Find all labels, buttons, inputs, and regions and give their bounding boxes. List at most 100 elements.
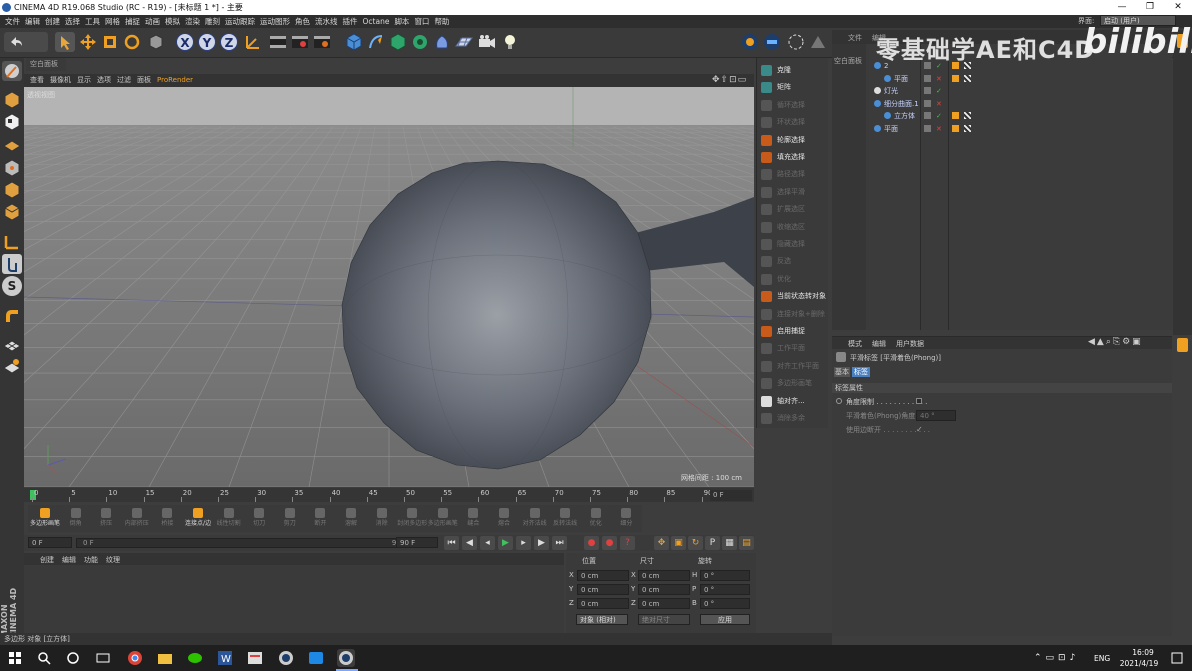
- notification-icon[interactable]: [1170, 651, 1184, 665]
- attr-menu-item[interactable]: 编辑: [872, 339, 886, 349]
- palette-item[interactable]: 启用捕捉: [759, 323, 827, 339]
- palette-item[interactable]: 循环选择: [759, 97, 827, 113]
- palette-item[interactable]: 连接对象+删除: [759, 306, 827, 322]
- modeling-tool[interactable]: 消除: [367, 507, 397, 531]
- move-key-icon[interactable]: ✥: [654, 536, 669, 550]
- material-menu-item[interactable]: 纹理: [106, 555, 120, 565]
- angle-limit-radio[interactable]: [836, 398, 842, 404]
- palette-item[interactable]: 轴对齐...: [759, 393, 827, 409]
- material-menu-item[interactable]: 编辑: [62, 555, 76, 565]
- menu-item[interactable]: 流水线: [315, 17, 338, 26]
- layout-switch-icon[interactable]: [740, 32, 760, 52]
- material-menu-item[interactable]: 创建: [40, 555, 54, 565]
- menu-item[interactable]: 网格: [105, 17, 120, 26]
- visibility-dots-icon[interactable]: [924, 124, 931, 132]
- palette-item[interactable]: 多边形画笔: [759, 375, 827, 391]
- om-tab-file[interactable]: 文件: [848, 33, 862, 43]
- apply-button[interactable]: 应用: [700, 614, 750, 625]
- cube-icon[interactable]: [344, 32, 364, 52]
- cinema4d-taskbar-icon[interactable]: [277, 649, 295, 667]
- modeling-tool[interactable]: 切刀: [244, 507, 274, 531]
- menu-item[interactable]: 脚本: [394, 17, 409, 26]
- y-axis-lock-button[interactable]: Y: [198, 33, 216, 51]
- modeling-tool[interactable]: 细分: [611, 507, 641, 531]
- menu-item[interactable]: 角色: [295, 17, 310, 26]
- viewport-menu-item[interactable]: ProRender: [157, 76, 193, 84]
- palette-item[interactable]: 选择平滑: [759, 184, 827, 200]
- angle-limit-checkbox[interactable]: [916, 398, 922, 404]
- object-row[interactable]: 平面 ✕: [866, 73, 1166, 85]
- menu-item[interactable]: 选择: [65, 17, 80, 26]
- coord-mode-select[interactable]: 对象 (相对): [576, 614, 628, 625]
- palette-item[interactable]: 克隆: [759, 62, 827, 78]
- modeling-tool[interactable]: 溶解: [336, 507, 366, 531]
- floor-icon[interactable]: [454, 32, 474, 52]
- object-row[interactable]: 细分曲面.1 ✕: [866, 98, 1166, 110]
- snap-settings-icon[interactable]: [786, 32, 806, 52]
- palette-item[interactable]: 扩展选区: [759, 201, 827, 217]
- viewport-menu-item[interactable]: 摄像机: [50, 76, 71, 84]
- position-field[interactable]: 0 cm: [577, 584, 629, 595]
- anim-range-slider[interactable]: 0 F 90 F: [76, 538, 414, 548]
- phong-tag-icon[interactable]: [964, 74, 971, 82]
- next-key-icon[interactable]: ▶: [534, 536, 549, 550]
- close-button[interactable]: ✕: [1164, 0, 1192, 15]
- palette-item[interactable]: 路径选择: [759, 166, 827, 182]
- modeling-tool[interactable]: 多边形画笔: [30, 507, 60, 531]
- material-menu-item[interactable]: 功能: [84, 555, 98, 565]
- viewport-nav-icons[interactable]: ✥⇧⊡▭: [712, 75, 747, 85]
- search-icon[interactable]: [35, 649, 53, 667]
- modeling-tool[interactable]: 优化: [581, 507, 611, 531]
- palette-item[interactable]: 矩阵: [759, 79, 827, 95]
- cloner-icon[interactable]: [410, 32, 430, 52]
- polygons-mode-icon[interactable]: [2, 202, 22, 222]
- viewport-solo-icon[interactable]: [808, 32, 828, 52]
- workplane-mode-icon[interactable]: [2, 134, 22, 154]
- menu-item[interactable]: 文件: [5, 17, 20, 26]
- object-row[interactable]: 立方体 ✓: [866, 110, 1166, 122]
- tag-icon[interactable]: [952, 74, 959, 82]
- file-explorer-icon[interactable]: [156, 649, 174, 667]
- rotate-key-icon[interactable]: ↻: [688, 536, 703, 550]
- attr-menu-item[interactable]: 用户数据: [896, 339, 924, 349]
- phong-angle-field[interactable]: 40 °: [916, 410, 956, 421]
- go-start-icon[interactable]: ⏮: [444, 536, 459, 550]
- snap-icon[interactable]: S: [2, 276, 22, 296]
- chrome-icon[interactable]: [126, 649, 144, 667]
- palette-item[interactable]: 隐藏选择: [759, 236, 827, 252]
- menu-item[interactable]: 运动跟踪: [225, 17, 255, 26]
- menu-item[interactable]: 雕刻: [205, 17, 220, 26]
- palette-item[interactable]: 优化: [759, 271, 827, 287]
- modeling-tool[interactable]: 倒角: [61, 507, 91, 531]
- recent-tools-icon[interactable]: [146, 32, 166, 52]
- enabled-check-icon[interactable]: ✕: [936, 123, 942, 135]
- modeling-tool[interactable]: 挤压: [91, 507, 121, 531]
- render-settings-icon[interactable]: [312, 32, 332, 52]
- timeline-ruler[interactable]: 0 5 10 15 20 25 30 35 40 45 50 55 60 65 70 75 80 85 90: [24, 488, 754, 502]
- viewport-menu-item[interactable]: 过滤: [117, 76, 131, 84]
- palette-item[interactable]: 收缩选区: [759, 219, 827, 235]
- rotation-field[interactable]: 0 °: [700, 570, 750, 581]
- task-view-icon[interactable]: [94, 649, 112, 667]
- axis-mode-icon[interactable]: [2, 232, 22, 252]
- menu-item[interactable]: 插件: [343, 17, 358, 26]
- modeling-tool[interactable]: 缝合: [458, 507, 488, 531]
- menu-item[interactable]: 动画: [145, 17, 160, 26]
- octane-icon[interactable]: [762, 32, 782, 52]
- viewport-menu-item[interactable]: 选项: [97, 76, 111, 84]
- minimize-button[interactable]: —: [1108, 0, 1136, 15]
- z-axis-lock-button[interactable]: Z: [220, 33, 238, 51]
- coord-size-mode-select[interactable]: 绝对尺寸: [638, 614, 690, 625]
- object-row[interactable]: 平面 ✕: [866, 123, 1166, 135]
- points-mode-icon[interactable]: [2, 158, 22, 178]
- keyframe-selection-icon[interactable]: ?: [620, 536, 635, 550]
- attributes-tab-icon[interactable]: [1177, 338, 1188, 352]
- modeling-tool[interactable]: 连接点/边: [183, 507, 213, 531]
- record-icon[interactable]: ●: [584, 536, 599, 550]
- language-indicator[interactable]: ENG: [1094, 654, 1110, 663]
- tweak-mode-icon[interactable]: [2, 254, 22, 274]
- visibility-dots-icon[interactable]: [924, 87, 931, 94]
- modeling-tool[interactable]: 桥接: [152, 507, 182, 531]
- menu-item[interactable]: 捕捉: [125, 17, 140, 26]
- use-edge-breaks-checkbox[interactable]: ✓: [916, 425, 923, 434]
